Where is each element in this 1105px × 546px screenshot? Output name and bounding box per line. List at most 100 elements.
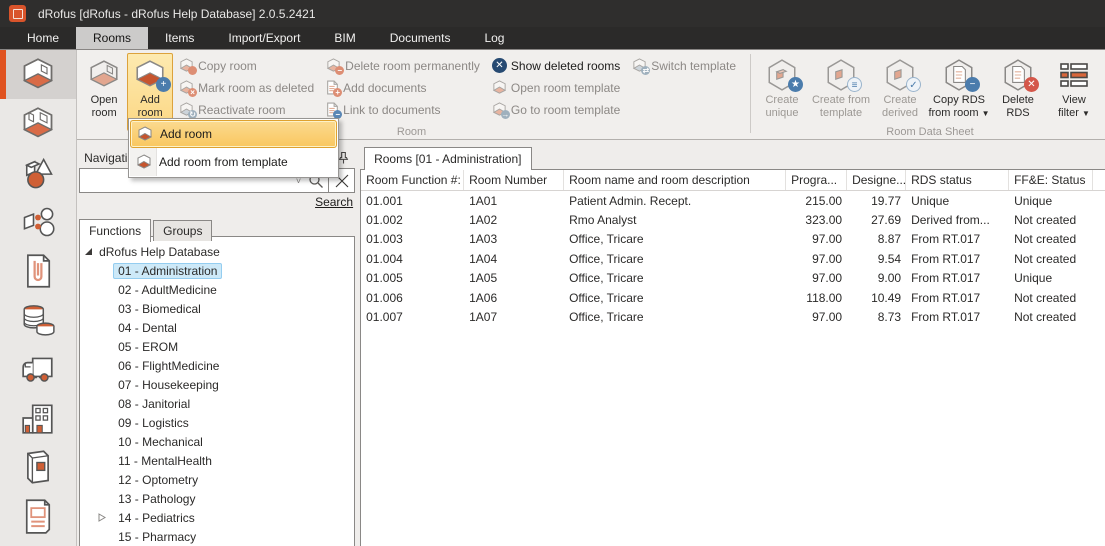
tree-item[interactable]: 10 - Mechanical <box>113 434 208 450</box>
ribbon-separator <box>750 54 751 133</box>
tree-item[interactable]: 13 - Pathology <box>113 491 200 507</box>
view-filter-button[interactable]: View filter ▼ <box>1051 53 1097 122</box>
create-derived-button[interactable]: ✓ Create derived <box>877 53 923 122</box>
add-documents-button[interactable]: + Add documents <box>326 77 480 98</box>
tree-item[interactable]: 08 - Janitorial <box>113 396 195 412</box>
table-row[interactable]: 01.0061A06Office, Tricare118.0010.49From… <box>361 288 1105 307</box>
table-cell: Office, Tricare <box>564 269 786 288</box>
table-cell: 8.87 <box>847 230 906 249</box>
add-room-dropdown-menu: Add room Add room from template <box>128 118 339 178</box>
open-room-icon <box>87 56 121 94</box>
title-bar: dRofus [dRofus - dRofus Help Database] 2… <box>0 0 1105 27</box>
copy-rds-icon: − <box>942 56 976 94</box>
sidebar-item-logistics[interactable] <box>0 344 76 393</box>
tab-groups[interactable]: Groups <box>153 220 212 241</box>
sidebar-item-catalog[interactable] <box>0 442 76 491</box>
copy-room-button[interactable]: Copy room <box>179 55 314 76</box>
table-cell: 10.49 <box>847 288 906 307</box>
menu-tab-log[interactable]: Log <box>467 27 521 49</box>
menu-tab-bim[interactable]: BIM <box>317 27 372 49</box>
add-room-from-template-menu-icon <box>136 154 152 170</box>
sidebar-item-rooms[interactable] <box>0 50 76 99</box>
table-cell: Derived from... <box>906 210 1009 229</box>
menu-tab-items[interactable]: Items <box>148 27 211 49</box>
copy-room-icon <box>179 58 194 73</box>
sidebar-item-room-templates[interactable] <box>0 99 76 148</box>
table-cell: From RT.017 <box>906 230 1009 249</box>
column-header[interactable]: Progra... <box>786 170 847 190</box>
pin-icon[interactable] <box>338 151 349 165</box>
table-cell: Not created <box>1009 307 1093 326</box>
sidebar-item-items[interactable] <box>0 148 76 197</box>
reactivate-room-button[interactable]: ↻ Reactivate room <box>179 99 314 120</box>
search-link[interactable]: Search <box>315 195 353 209</box>
delete-rds-button[interactable]: ✕ Delete RDS <box>995 53 1041 122</box>
sidebar-item-buildings[interactable] <box>0 393 76 442</box>
column-header[interactable]: Room Number <box>464 170 564 190</box>
tree-item[interactable]: 03 - Biomedical <box>113 301 206 317</box>
menu-tab-home[interactable]: Home <box>10 27 76 49</box>
sidebar-item-finance[interactable] <box>0 295 76 344</box>
tree-item[interactable]: 11 - MentalHealth <box>113 453 217 469</box>
open-room-template-button[interactable]: Open room template <box>492 77 620 98</box>
switch-template-icon: ⇄ <box>632 58 647 73</box>
rooms-grid: Room Function #:Room NumberRoom name and… <box>360 169 1105 546</box>
tree-item[interactable]: 12 - Optometry <box>113 472 203 488</box>
copy-rds-from-room-button[interactable]: − Copy RDS from room ▼ <box>923 53 995 122</box>
menu-item-add-room[interactable]: Add room <box>130 120 337 148</box>
menu-tab-rooms[interactable]: Rooms <box>76 27 148 49</box>
tree-item[interactable]: 05 - EROM <box>113 339 183 355</box>
column-header[interactable]: RDS status <box>906 170 1009 190</box>
go-to-room-template-button[interactable]: → Go to room template <box>492 99 620 120</box>
table-cell: 97.00 <box>786 307 847 326</box>
x-badge-icon: ✕ <box>1024 77 1039 92</box>
tab-functions[interactable]: Functions <box>79 219 151 242</box>
column-header[interactable]: FF&E: Status <box>1009 170 1093 190</box>
table-row[interactable]: 01.0071A07Office, Tricare97.008.73From R… <box>361 307 1105 326</box>
rooms-list-tab[interactable]: Rooms [01 - Administration] <box>364 147 531 170</box>
sidebar-item-reports[interactable] <box>0 491 76 540</box>
documents-icon <box>22 253 54 289</box>
menu-tab-documents[interactable]: Documents <box>373 27 468 49</box>
open-room-button[interactable]: Open room <box>81 53 127 122</box>
tree-item[interactable]: 15 - Pharmacy <box>113 529 201 545</box>
table-cell: Not created <box>1009 288 1093 307</box>
column-header[interactable]: Room Function #: <box>361 170 464 190</box>
show-deleted-icon: ✕ <box>492 58 507 73</box>
mark-room-deleted-button[interactable]: × Mark room as deleted <box>179 77 314 98</box>
functions-tree: dRofus Help Database 01 - Administration 0… <box>79 236 355 546</box>
tree-item[interactable]: 02 - AdultMedicine <box>113 282 222 298</box>
menu-item-add-room-from-template[interactable]: Add room from template <box>130 148 337 176</box>
rooms-table-panel: Rooms [01 - Administration] Room Functio… <box>360 147 1105 546</box>
tree-item[interactable]: 09 - Logistics <box>113 415 194 431</box>
plus-badge-icon: + <box>333 88 342 97</box>
tree-item[interactable]: 04 - Dental <box>113 320 182 336</box>
table-cell: From RT.017 <box>906 288 1009 307</box>
column-header[interactable]: Room name and room description <box>564 170 786 190</box>
link-to-documents-button[interactable]: − Link to documents <box>326 99 480 120</box>
tree-item[interactable]: 14 - Pediatrics <box>113 510 200 526</box>
show-deleted-rooms-button[interactable]: ✕ Show deleted rooms <box>492 55 620 76</box>
create-from-template-button[interactable]: ≡ Create from template <box>805 53 877 122</box>
tree-item[interactable]: 06 - FlightMedicine <box>113 358 224 374</box>
create-unique-button[interactable]: ★ Create unique <box>759 53 805 122</box>
tree-root[interactable]: dRofus Help Database <box>80 242 354 261</box>
table-row[interactable]: 01.0051A05Office, Tricare97.009.00From R… <box>361 269 1105 288</box>
open-room-template-icon <box>492 80 507 95</box>
menu-tab-import-export[interactable]: Import/Export <box>211 27 317 49</box>
expand-arrow-icon[interactable] <box>94 513 110 522</box>
table-row[interactable]: 01.0041A04Office, Tricare97.009.54From R… <box>361 249 1105 268</box>
sidebar-item-documents[interactable] <box>0 246 76 295</box>
table-row[interactable]: 01.0011A01Patient Admin. Recept.215.0019… <box>361 191 1105 210</box>
sidebar-item-item-groups[interactable] <box>0 197 76 246</box>
table-cell: Unique <box>906 191 1009 210</box>
table-row[interactable]: 01.0031A03Office, Tricare97.008.87From R… <box>361 230 1105 249</box>
switch-template-button[interactable]: ⇄ Switch template <box>632 55 736 76</box>
table-row[interactable]: 01.0021A02Rmo Analyst323.0027.69Derived … <box>361 210 1105 229</box>
dropdown-arrow-icon: ▼ <box>982 109 990 118</box>
tree-item[interactable]: 07 - Housekeeping <box>113 377 224 393</box>
tree-item[interactable]: 01 - Administration <box>113 263 222 279</box>
collapse-arrow-icon[interactable] <box>80 247 96 256</box>
column-header[interactable]: Designe... <box>847 170 906 190</box>
delete-room-permanently-button[interactable]: − Delete room permanently <box>326 55 480 76</box>
